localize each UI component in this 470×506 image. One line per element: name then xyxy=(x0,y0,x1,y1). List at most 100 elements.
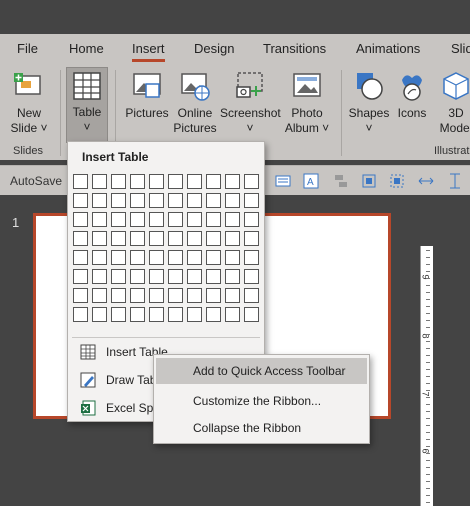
table-grid-cell[interactable] xyxy=(73,193,88,208)
tab-animations[interactable]: Animations xyxy=(356,41,420,56)
table-grid-cell[interactable] xyxy=(130,174,145,189)
table-grid-cell[interactable] xyxy=(92,193,107,208)
table-grid-cell[interactable] xyxy=(149,307,164,322)
shapes-button[interactable]: Shapes ˅ xyxy=(346,70,392,136)
tab-insert[interactable]: Insert xyxy=(132,41,165,62)
table-grid-cell[interactable] xyxy=(92,250,107,265)
table-grid-cell[interactable] xyxy=(187,250,202,265)
table-grid-cell[interactable] xyxy=(168,288,183,303)
table-grid-cell[interactable] xyxy=(206,231,221,246)
table-grid-cell[interactable] xyxy=(130,269,145,284)
table-grid-cell[interactable] xyxy=(244,212,259,227)
table-grid-cell[interactable] xyxy=(73,250,88,265)
table-grid-cell[interactable] xyxy=(168,212,183,227)
table-grid-cell[interactable] xyxy=(187,231,202,246)
table-grid-cell[interactable] xyxy=(244,174,259,189)
table-grid-cell[interactable] xyxy=(244,269,259,284)
table-grid-cell[interactable] xyxy=(111,231,126,246)
table-grid-cell[interactable] xyxy=(92,269,107,284)
table-grid-cell[interactable] xyxy=(149,288,164,303)
table-grid-cell[interactable] xyxy=(149,231,164,246)
table-grid-cell[interactable] xyxy=(111,212,126,227)
table-grid-cell[interactable] xyxy=(225,174,240,189)
table-grid-cell[interactable] xyxy=(206,307,221,322)
table-grid-cell[interactable] xyxy=(73,307,88,322)
table-grid-cell[interactable] xyxy=(149,269,164,284)
table-grid-cell[interactable] xyxy=(187,269,202,284)
3d-models-button[interactable]: 3D Model xyxy=(434,70,470,136)
table-grid-cell[interactable] xyxy=(187,212,202,227)
table-grid-cell[interactable] xyxy=(244,231,259,246)
table-grid-cell[interactable] xyxy=(206,288,221,303)
screenshot-button[interactable]: Screenshot ˅ xyxy=(220,70,281,136)
table-grid-cell[interactable] xyxy=(187,193,202,208)
table-grid-cell[interactable] xyxy=(130,288,145,303)
table-grid-cell[interactable] xyxy=(244,193,259,208)
new-slide-button[interactable]: New Slide ˅ xyxy=(6,70,52,136)
table-button[interactable]: Table ˅ xyxy=(66,67,108,143)
tab-home[interactable]: Home xyxy=(69,41,104,56)
table-grid-cell[interactable] xyxy=(73,288,88,303)
table-grid-cell[interactable] xyxy=(225,250,240,265)
table-grid-cell[interactable] xyxy=(225,193,240,208)
tab-slideshow[interactable]: Slid xyxy=(451,41,470,56)
table-grid-cell[interactable] xyxy=(92,212,107,227)
table-grid-cell[interactable] xyxy=(92,231,107,246)
table-grid-cell[interactable] xyxy=(130,250,145,265)
table-grid-cell[interactable] xyxy=(187,174,202,189)
table-grid-cell[interactable] xyxy=(168,193,183,208)
collapse-the-ribbon-item[interactable]: Collapse the Ribbon xyxy=(156,415,367,441)
online-pictures-button[interactable]: Online Pictures xyxy=(170,70,220,136)
table-grid-cell[interactable] xyxy=(187,288,202,303)
table-grid-cell[interactable] xyxy=(111,269,126,284)
table-grid-cell[interactable] xyxy=(168,307,183,322)
tab-design[interactable]: Design xyxy=(194,41,234,56)
table-grid-cell[interactable] xyxy=(206,250,221,265)
add-to-quick-access-toolbar-item[interactable]: Add to Quick Access Toolbar xyxy=(156,358,367,384)
table-grid-cell[interactable] xyxy=(244,288,259,303)
table-grid-cell[interactable] xyxy=(206,193,221,208)
align-icon[interactable] xyxy=(333,173,349,189)
table-grid-cell[interactable] xyxy=(206,269,221,284)
icons-button[interactable]: Icons xyxy=(392,70,432,121)
table-grid-cell[interactable] xyxy=(92,288,107,303)
text-box-icon[interactable]: A xyxy=(303,173,319,189)
photo-album-button[interactable]: Photo Album ˅ xyxy=(282,70,332,136)
table-grid-cell[interactable] xyxy=(225,307,240,322)
table-grid-cell[interactable] xyxy=(168,269,183,284)
table-grid-cell[interactable] xyxy=(206,174,221,189)
group-icon[interactable] xyxy=(361,173,377,189)
table-grid-cell[interactable] xyxy=(225,288,240,303)
table-grid-cell[interactable] xyxy=(130,193,145,208)
table-grid-cell[interactable] xyxy=(149,212,164,227)
table-grid-cell[interactable] xyxy=(149,174,164,189)
table-grid-cell[interactable] xyxy=(168,250,183,265)
table-grid-cell[interactable] xyxy=(149,193,164,208)
table-grid-cell[interactable] xyxy=(92,307,107,322)
format-icon[interactable] xyxy=(275,173,291,189)
pictures-button[interactable]: Pictures xyxy=(122,70,172,121)
table-grid-cell[interactable] xyxy=(111,193,126,208)
table-grid-cell[interactable] xyxy=(73,212,88,227)
distribute-vertically-icon[interactable] xyxy=(447,173,463,189)
tab-transitions[interactable]: Transitions xyxy=(263,41,326,56)
customize-the-ribbon-item[interactable]: Customize the Ribbon... xyxy=(156,388,367,414)
table-grid-cell[interactable] xyxy=(168,231,183,246)
table-grid-cell[interactable] xyxy=(130,231,145,246)
table-grid-cell[interactable] xyxy=(168,174,183,189)
table-grid-cell[interactable] xyxy=(73,174,88,189)
table-grid-cell[interactable] xyxy=(73,231,88,246)
table-grid-cell[interactable] xyxy=(206,212,221,227)
table-grid-cell[interactable] xyxy=(225,212,240,227)
tab-file[interactable]: File xyxy=(17,41,38,56)
autosave-label[interactable]: AutoSave xyxy=(10,174,62,188)
table-grid-cell[interactable] xyxy=(187,307,202,322)
table-grid-cell[interactable] xyxy=(225,269,240,284)
table-grid-cell[interactable] xyxy=(130,212,145,227)
table-grid-cell[interactable] xyxy=(244,307,259,322)
table-grid-cell[interactable] xyxy=(244,250,259,265)
table-grid-cell[interactable] xyxy=(225,231,240,246)
ungroup-icon[interactable] xyxy=(389,173,405,189)
table-grid-cell[interactable] xyxy=(73,269,88,284)
table-grid-cell[interactable] xyxy=(111,288,126,303)
